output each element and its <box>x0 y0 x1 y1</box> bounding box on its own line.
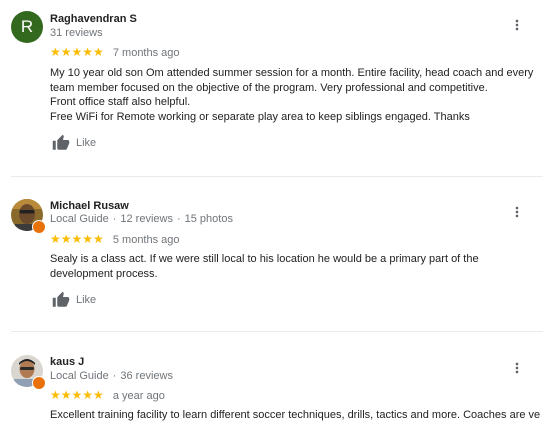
review-time: 5 months ago <box>112 234 180 246</box>
review-line: My 10 year old son Om attended summer se… <box>50 67 534 94</box>
divider <box>11 176 543 177</box>
more-options-button[interactable] <box>507 202 527 222</box>
like-label: Like <box>76 294 97 306</box>
more-vert-icon <box>515 206 519 218</box>
thumb-up-icon <box>52 291 70 307</box>
local-guide-badge-icon <box>32 220 46 234</box>
rating-row: ★★★★★ 7 months ago <box>50 45 180 59</box>
like-button[interactable]: Like <box>52 291 96 309</box>
reviewer-name[interactable]: Raghavendran S <box>50 13 137 25</box>
review-line: Excellent training facility to learn dif… <box>50 409 540 421</box>
photo-count: 15 photos <box>184 213 233 225</box>
review-count: 12 reviews <box>120 213 173 225</box>
local-guide-label: Local Guide <box>50 370 109 382</box>
divider <box>11 331 543 332</box>
rating-row: ★★★★★ 5 months ago <box>50 232 180 246</box>
review-time: 7 months ago <box>112 47 180 59</box>
avatar-letter: R <box>20 17 34 36</box>
reviewer-name[interactable]: Michael Rusaw <box>50 200 129 212</box>
more-vert-icon <box>515 362 519 374</box>
review-count: 36 reviews <box>120 370 173 382</box>
local-guide-label: Local Guide <box>50 213 109 225</box>
reviewer-meta: Local Guide · 12 reviews · 15 photos <box>50 213 233 225</box>
star-rating: ★★★★★ <box>50 388 104 402</box>
more-options-button[interactable] <box>507 15 527 35</box>
review-time: a year ago <box>112 390 165 402</box>
avatar[interactable] <box>11 199 46 234</box>
review-line: Front office staff also helpful. <box>50 96 191 108</box>
review-line: Sealy is a class act. If we were still l… <box>50 253 479 280</box>
reviewer-name[interactable]: kaus J <box>50 356 84 368</box>
reviewer-meta: Local Guide · 36 reviews <box>50 370 173 382</box>
avatar[interactable] <box>11 355 46 390</box>
thumb-up-icon <box>52 134 70 150</box>
avatar[interactable]: R <box>11 11 43 43</box>
more-vert-icon <box>515 19 519 31</box>
reviewer-meta: 31 reviews <box>50 27 103 39</box>
review-text: My 10 year old son Om attended summer se… <box>50 66 540 124</box>
review-text: Sealy is a class act. If we were still l… <box>50 252 540 281</box>
like-button[interactable]: Like <box>52 134 96 152</box>
review-text: Excellent training facility to learn dif… <box>50 408 540 423</box>
rating-row: ★★★★★ a year ago <box>50 388 165 402</box>
review-count: 31 reviews <box>50 27 103 39</box>
local-guide-badge-icon <box>32 376 46 390</box>
more-options-button[interactable] <box>507 358 527 378</box>
star-rating: ★★★★★ <box>50 232 104 246</box>
like-label: Like <box>76 137 97 149</box>
review-line: Free WiFi for Remote working or separate… <box>50 110 470 123</box>
star-rating: ★★★★★ <box>50 45 104 59</box>
